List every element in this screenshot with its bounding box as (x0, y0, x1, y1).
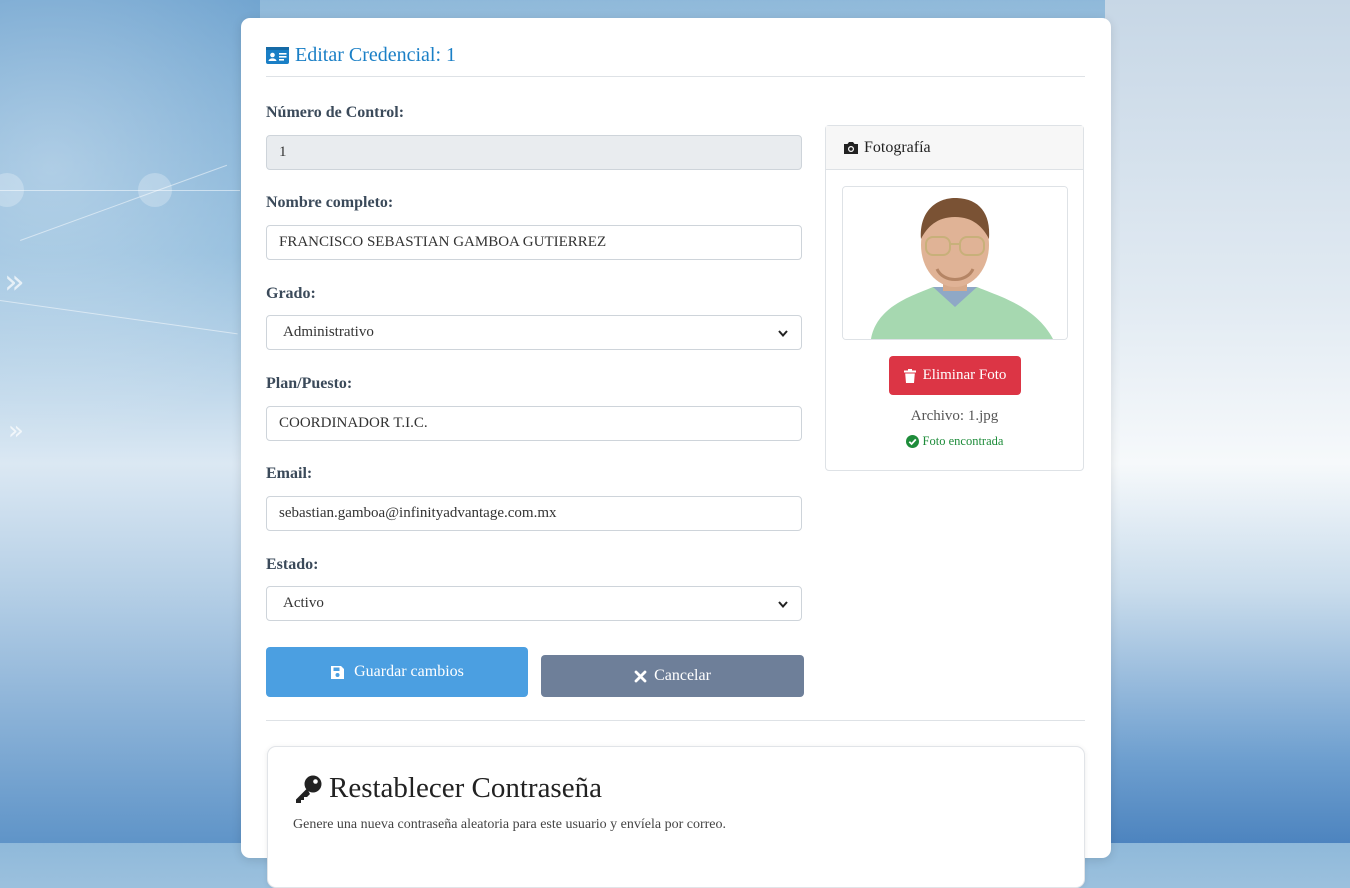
plan-label: Plan/Puesto: (266, 375, 353, 392)
close-icon (634, 670, 647, 682)
estado-select[interactable]: Activo (266, 586, 802, 621)
reset-password-title: Restablecer Contraseña (329, 772, 602, 804)
floppy-disk-icon (331, 665, 345, 679)
estado-select-value: Activo (283, 595, 324, 611)
card-header: Editar Credencial: 1 (266, 44, 1085, 77)
full-name-input[interactable]: FRANCISCO SEBASTIAN GAMBOA GUTIERREZ (266, 225, 802, 260)
grado-select[interactable]: Administrativo (266, 315, 802, 350)
email-label: Email: (266, 465, 313, 482)
id-card-icon (266, 47, 289, 64)
check-circle-icon (905, 435, 919, 448)
decor-chevron-icon: » (4, 262, 25, 302)
estado-label: Estado: (266, 556, 319, 573)
trash-icon (903, 368, 916, 383)
save-button-label: Guardar cambios (354, 663, 464, 680)
edit-credential-card: Editar Credencial: 1 Número de Control: … (241, 18, 1111, 888)
chevron-down-icon (778, 600, 788, 608)
delete-photo-label: Eliminar Foto (922, 367, 1007, 383)
reset-password-description: Genere una nueva contraseña aleatoria pa… (293, 817, 727, 832)
reset-password-card: Restablecer Contraseña Genere una nueva … (267, 746, 1085, 888)
photo-panel-title: Fotografía (864, 138, 931, 156)
full-name-label: Nombre completo: (266, 194, 394, 211)
chevron-down-icon (778, 329, 788, 337)
person-portrait-image (843, 187, 1067, 339)
photo-filename: Archivo: 1.jpg (910, 408, 999, 424)
photo-panel-header: Fotografía (826, 126, 1083, 170)
plan-input[interactable]: COORDINADOR T.I.C. (266, 406, 802, 441)
cancel-button[interactable]: Cancelar (541, 655, 804, 697)
photo-status: Foto encontrada (826, 434, 1083, 449)
profile-photo (842, 186, 1068, 340)
background-left (0, 0, 260, 843)
key-icon (296, 775, 322, 803)
decor-chevron-icon: » (8, 416, 24, 446)
decor-line (0, 190, 240, 191)
background-right (1105, 0, 1350, 843)
grado-select-value: Administrativo (283, 324, 374, 340)
photo-panel: Fotografía Eliminar Foto Archivo: 1.jpg … (825, 125, 1084, 471)
email-input[interactable]: sebastian.gamboa@infinityadvantage.com.m… (266, 496, 802, 531)
camera-icon (844, 141, 858, 154)
delete-photo-button[interactable]: Eliminar Foto (889, 356, 1021, 395)
grado-label: Grado: (266, 285, 316, 302)
section-divider (266, 720, 1085, 721)
page-title: Editar Credencial: 1 (295, 44, 457, 66)
save-button[interactable]: Guardar cambios (266, 647, 528, 697)
control-number-input[interactable]: 1 (266, 135, 802, 170)
cancel-button-label: Cancelar (654, 667, 711, 684)
control-number-label: Número de Control: (266, 104, 405, 121)
reset-password-heading: Restablecer Contraseña (293, 772, 602, 805)
photo-status-text: Foto encontrada (922, 434, 1004, 448)
